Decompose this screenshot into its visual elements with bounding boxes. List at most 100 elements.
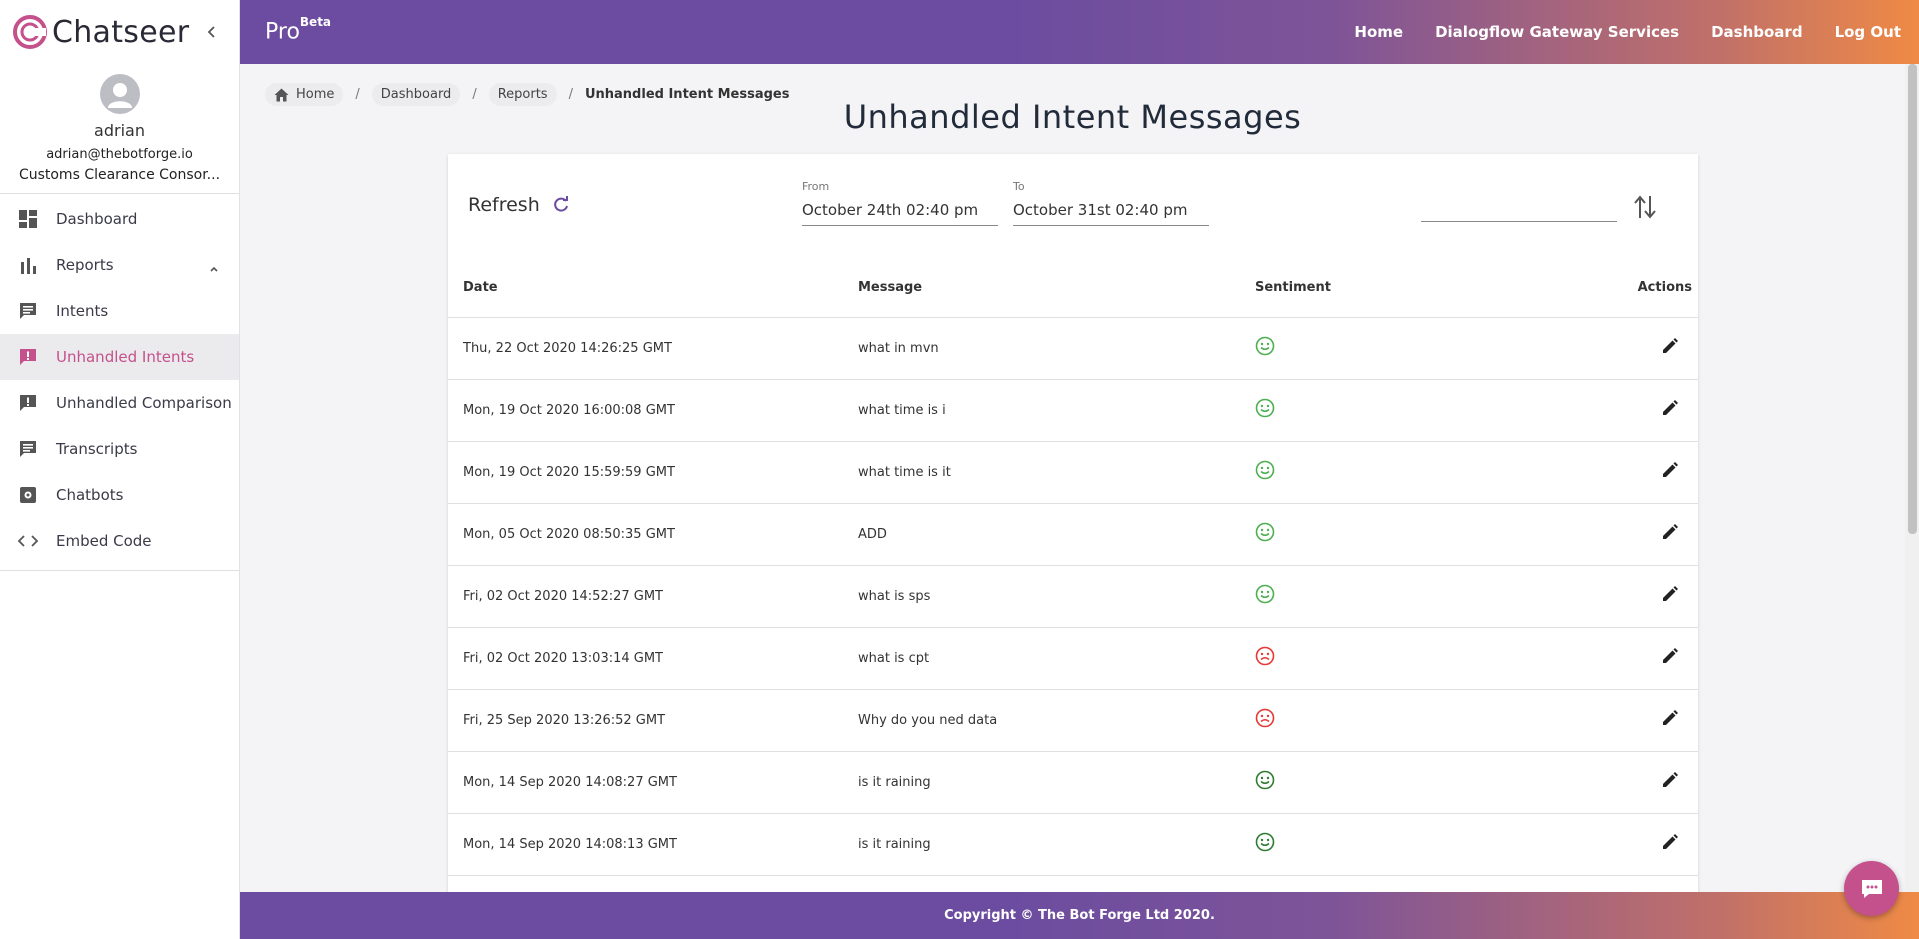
cell-actions bbox=[1570, 813, 1698, 876]
cell-message: what is cpt bbox=[843, 627, 1240, 690]
column-header-actions: Actions bbox=[1570, 259, 1698, 318]
avatar[interactable] bbox=[99, 74, 140, 114]
edit-button[interactable] bbox=[1660, 584, 1680, 608]
negative-sentiment-icon bbox=[1255, 708, 1275, 732]
table-row: Fri, 02 Oct 2020 14:52:27 GMT what is sps bbox=[448, 565, 1698, 628]
footer-copyright: Copyright © The Bot Forge Ltd 2020. bbox=[944, 908, 1215, 923]
column-header-date[interactable]: Date bbox=[448, 259, 843, 318]
cell-message: what is sps bbox=[843, 565, 1240, 628]
nav-link-dashboard[interactable]: Dashboard bbox=[1711, 23, 1802, 41]
edit-button[interactable] bbox=[1660, 832, 1680, 856]
cell-sentiment bbox=[1240, 751, 1570, 814]
edit-pencil-icon bbox=[1663, 710, 1678, 725]
bar-chart-icon bbox=[21, 258, 36, 274]
search-input[interactable] bbox=[1443, 199, 1617, 216]
sidebar-item-unhandled-comparison[interactable]: Unhandled Comparison bbox=[0, 380, 239, 426]
sidebar-item-unhandled-intents[interactable]: Unhandled Intents bbox=[0, 334, 239, 380]
sidebar-item-reports[interactable]: Reports bbox=[0, 242, 239, 288]
table-toolbar: Refresh From October 24th 02:40 pm To Oc… bbox=[448, 154, 1698, 259]
column-header-sentiment[interactable]: Sentiment bbox=[1240, 259, 1570, 318]
chat-icon bbox=[20, 303, 36, 319]
to-date-field[interactable]: To October 31st 02:40 pm bbox=[1013, 180, 1209, 226]
brand-name: Chatseer bbox=[52, 14, 190, 50]
cell-date: Mon, 19 Oct 2020 15:59:59 GMT bbox=[448, 441, 843, 504]
edit-pencil-icon bbox=[1663, 834, 1678, 849]
from-date-field[interactable]: From October 24th 02:40 pm bbox=[802, 180, 998, 226]
positive-sentiment-icon bbox=[1255, 522, 1275, 546]
sidebar-item-chatbots[interactable]: Chatbots bbox=[0, 472, 239, 518]
cell-message: is it raining bbox=[843, 813, 1240, 876]
sidebar-item-label: Intents bbox=[56, 302, 109, 320]
table-row: Mon, 14 Sep 2020 14:08:13 GMT is it raini… bbox=[448, 813, 1698, 876]
table-row: Mon, 19 Oct 2020 16:00:08 GMT what time i… bbox=[448, 379, 1698, 442]
collapse-sidebar-button[interactable] bbox=[200, 20, 224, 44]
neutral-sentiment-icon bbox=[1255, 770, 1275, 794]
edit-button[interactable] bbox=[1660, 522, 1680, 546]
edit-button[interactable] bbox=[1660, 398, 1680, 422]
sidebar-item-intents[interactable]: Intents bbox=[0, 288, 239, 334]
alert-message-icon bbox=[20, 349, 36, 365]
chevron-up-icon bbox=[210, 266, 218, 272]
alert-message-icon bbox=[20, 395, 36, 411]
user-name: adrian bbox=[94, 121, 145, 140]
sidebar-item-label: Transcripts bbox=[56, 440, 138, 458]
cell-actions bbox=[1570, 379, 1698, 442]
edit-button[interactable] bbox=[1660, 770, 1680, 794]
chevron-left-icon bbox=[207, 26, 215, 38]
refresh-button[interactable]: Refresh bbox=[468, 194, 570, 216]
cell-actions bbox=[1570, 627, 1698, 690]
edit-button[interactable] bbox=[1660, 646, 1680, 670]
chat-widget-button[interactable] bbox=[1844, 861, 1899, 916]
table-row: Fri, 02 Oct 2020 13:03:14 GMT what is cpt bbox=[448, 627, 1698, 690]
sidebar-item-label: Chatbots bbox=[56, 486, 124, 504]
top-app-bar: ProBeta Home Dialogflow Gateway Services… bbox=[240, 0, 1919, 64]
edit-button[interactable] bbox=[1660, 460, 1680, 484]
cell-date: Mon, 19 Oct 2020 16:00:08 GMT bbox=[448, 379, 843, 442]
footer: Copyright © The Bot Forge Ltd 2020. bbox=[240, 892, 1919, 939]
sort-button[interactable] bbox=[1633, 194, 1657, 224]
cell-actions bbox=[1570, 565, 1698, 628]
unhandled-messages-table: Date Message Sentiment Actions Thu, 22 O… bbox=[448, 259, 1698, 894]
cell-sentiment bbox=[1240, 317, 1570, 380]
nav-link-dialogflow-gateway[interactable]: Dialogflow Gateway Services bbox=[1435, 23, 1679, 41]
cell-date: Fri, 02 Oct 2020 14:52:27 GMT bbox=[448, 565, 843, 628]
cell-sentiment bbox=[1240, 379, 1570, 442]
cell-actions bbox=[1570, 503, 1698, 566]
column-header-message[interactable]: Message bbox=[843, 259, 1240, 318]
cell-date: Mon, 14 Sep 2020 14:08:27 GMT bbox=[448, 751, 843, 814]
cell-message: ADD bbox=[843, 503, 1240, 566]
cell-sentiment bbox=[1240, 441, 1570, 504]
cell-message: is it raining bbox=[843, 751, 1240, 814]
scrollbar-thumb[interactable] bbox=[1908, 64, 1917, 534]
sidebar-item-label: Reports bbox=[56, 256, 114, 274]
chat-bubble-icon bbox=[1861, 879, 1882, 898]
page-scrollbar[interactable] bbox=[1905, 64, 1919, 892]
chatseer-logo-icon bbox=[13, 15, 47, 49]
cell-sentiment bbox=[1240, 565, 1570, 628]
cell-date: Mon, 05 Oct 2020 08:50:35 GMT bbox=[448, 503, 843, 566]
table-row: Mon, 14 Sep 2020 14:08:27 GMT is it raini… bbox=[448, 751, 1698, 814]
edit-pencil-icon bbox=[1663, 524, 1678, 539]
settings-box-icon bbox=[20, 487, 36, 503]
unhandled-messages-card: Refresh From October 24th 02:40 pm To Oc… bbox=[448, 154, 1698, 894]
cell-sentiment bbox=[1240, 689, 1570, 752]
edit-button[interactable] bbox=[1660, 336, 1680, 360]
sidebar-item-embed-code[interactable]: Embed Code bbox=[0, 518, 239, 564]
nav-link-home[interactable]: Home bbox=[1354, 23, 1403, 41]
edit-button[interactable] bbox=[1660, 708, 1680, 732]
nav-link-logout[interactable]: Log Out bbox=[1835, 23, 1901, 41]
sidebar-item-transcripts[interactable]: Transcripts bbox=[0, 426, 239, 472]
app-title-beta: Beta bbox=[299, 15, 332, 29]
sidebar-item-dashboard[interactable]: Dashboard bbox=[0, 196, 239, 242]
cell-message: what in mvn bbox=[843, 317, 1240, 380]
edit-pencil-icon bbox=[1663, 772, 1678, 787]
swap-vertical-icon bbox=[1634, 195, 1656, 219]
refresh-label: Refresh bbox=[468, 194, 540, 216]
from-label: From bbox=[802, 180, 830, 193]
positive-sentiment-icon bbox=[1255, 398, 1275, 422]
edit-pencil-icon bbox=[1663, 462, 1678, 477]
cell-message: what time is i bbox=[843, 379, 1240, 442]
edit-pencil-icon bbox=[1663, 400, 1678, 415]
cell-actions bbox=[1570, 689, 1698, 752]
cell-actions bbox=[1570, 751, 1698, 814]
